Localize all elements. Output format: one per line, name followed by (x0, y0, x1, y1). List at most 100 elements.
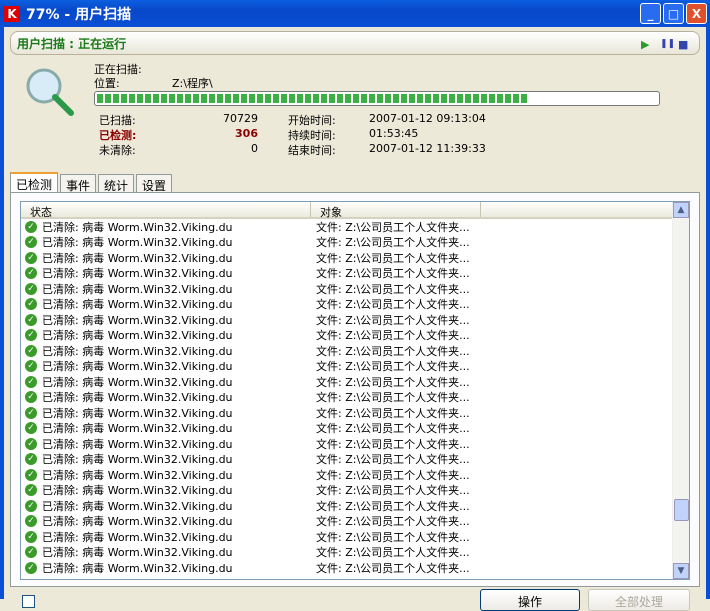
table-row[interactable]: ✓ 已清除: 病毒 Worm.Win32.Viking.du 文件: Z:\公司员工… (21, 250, 689, 266)
uncleaned-label: 未清除: (99, 144, 136, 157)
table-row[interactable]: ✓ 已清除: 病毒 Worm.Win32.Viking.du 文件: Z:\公司员工… (21, 359, 689, 375)
row-status: 已清除: 病毒 Worm.Win32.Viking.du (42, 499, 233, 513)
column-header-status[interactable]: 状态 (21, 202, 311, 219)
table-row[interactable]: ✓ 已清除: 病毒 Worm.Win32.Viking.du 文件: Z:\公司员工… (21, 235, 689, 251)
scroll-thumb[interactable] (674, 499, 689, 521)
check-icon: ✓ (25, 515, 37, 528)
maximize-button[interactable]: □ (663, 3, 684, 24)
row-object: 文件: Z:\公司员工个人文件夹... (316, 453, 470, 467)
row-status: 已清除: 病毒 Worm.Win32.Viking.du (42, 561, 233, 575)
table-row[interactable]: ✓ 已清除: 病毒 Worm.Win32.Viking.du 文件: Z:\公司员工… (21, 312, 689, 328)
table-row[interactable]: ✓ 已清除: 病毒 Worm.Win32.Viking.du 文件: Z:\公司员工… (21, 390, 689, 406)
end-time-label: 结束时间: (288, 144, 336, 157)
check-icon: ✓ (25, 267, 37, 280)
close-button[interactable]: X (686, 3, 707, 24)
table-row[interactable]: ✓ 已清除: 病毒 Worm.Win32.Viking.du 文件: Z:\公司员工… (21, 328, 689, 344)
row-status: 已清除: 病毒 Worm.Win32.Viking.du (42, 391, 233, 405)
table-row[interactable]: ✓ 已清除: 病毒 Worm.Win32.Viking.du 文件: Z:\公司员工… (21, 467, 689, 483)
row-status: 已清除: 病毒 Worm.Win32.Viking.du (42, 220, 233, 234)
check-icon: ✓ (25, 406, 37, 419)
column-header-object[interactable]: 对象 (311, 202, 481, 219)
uncleaned-value: 0 (251, 142, 258, 155)
table-row[interactable]: ✓ 已清除: 病毒 Worm.Win32.Viking.du 文件: Z:\公司员工… (21, 452, 689, 468)
check-icon: ✓ (25, 375, 37, 388)
table-row[interactable]: ✓ 已清除: 病毒 Worm.Win32.Viking.du 文件: Z:\公司员工… (21, 374, 689, 390)
table-row[interactable]: ✓ 已清除: 病毒 Worm.Win32.Viking.du 文件: Z:\公司员工… (21, 219, 689, 235)
row-status: 已清除: 病毒 Worm.Win32.Viking.du (42, 468, 233, 482)
check-icon: ✓ (25, 313, 37, 326)
row-status: 已清除: 病毒 Worm.Win32.Viking.du (42, 453, 233, 467)
table-row[interactable]: ✓ 已清除: 病毒 Worm.Win32.Viking.du 文件: Z:\公司员工… (21, 545, 689, 561)
table-row[interactable]: ✓ 已清除: 病毒 Worm.Win32.Viking.du 文件: Z:\公司员工… (21, 297, 689, 313)
row-object: 文件: Z:\公司员工个人文件夹... (316, 499, 470, 513)
row-status: 已清除: 病毒 Worm.Win32.Viking.du (42, 530, 233, 544)
row-status: 已清除: 病毒 Worm.Win32.Viking.du (42, 282, 233, 296)
row-object: 文件: Z:\公司员工个人文件夹... (316, 360, 470, 374)
stop-icon[interactable]: ■ (678, 38, 688, 51)
row-status: 已清除: 病毒 Worm.Win32.Viking.du (42, 437, 233, 451)
table-row[interactable]: ✓ 已清除: 病毒 Worm.Win32.Viking.du 文件: Z:\公司员工… (21, 266, 689, 282)
row-status: 已清除: 病毒 Worm.Win32.Viking.du (42, 298, 233, 312)
table-row[interactable]: ✓ 已清除: 病毒 Worm.Win32.Viking.du 文件: Z:\公司员工… (21, 436, 689, 452)
scan-progress-bar (94, 91, 660, 106)
check-icon: ✓ (25, 391, 37, 404)
tab-detected[interactable]: 已检测 (10, 172, 59, 192)
row-object: 文件: Z:\公司员工个人文件夹... (316, 375, 470, 389)
show-processed-checkbox[interactable] (22, 595, 35, 608)
tab-strip: 已检测 事件 统计 设置 (10, 172, 174, 193)
location-label: 位置: (94, 77, 120, 90)
vertical-scrollbar[interactable]: ▲ ▼ (672, 202, 689, 579)
row-object: 文件: Z:\公司员工个人文件夹... (316, 422, 470, 436)
row-object: 文件: Z:\公司员工个人文件夹... (316, 329, 470, 343)
list-header: 状态 对象 (21, 202, 689, 219)
magnifier-icon (26, 68, 74, 116)
tab-settings[interactable]: 设置 (136, 174, 173, 193)
task-status-bar: 用户扫描 : 正在运行 ▶ ❚❚ ■ (10, 31, 700, 55)
scroll-up-icon[interactable]: ▲ (673, 202, 689, 218)
detected-list: 状态 对象 ✓ 已清除: 病毒 Worm.Win32.Viking.du 文件: Z… (20, 201, 690, 580)
table-row[interactable]: ✓ 已清除: 病毒 Worm.Win32.Viking.du 文件: Z:\公司员工… (21, 560, 689, 576)
check-icon: ✓ (25, 468, 37, 481)
table-row[interactable]: ✓ 已清除: 病毒 Worm.Win32.Viking.du 文件: Z:\公司员工… (21, 405, 689, 421)
row-object: 文件: Z:\公司员工个人文件夹... (316, 530, 470, 544)
play-icon[interactable]: ▶ (641, 38, 649, 51)
action-button[interactable]: 操作 (480, 589, 580, 611)
location-value: Z:\程序\ (172, 77, 213, 90)
row-object: 文件: Z:\公司员工个人文件夹... (316, 546, 470, 560)
check-icon: ✓ (25, 422, 37, 435)
tab-statistics[interactable]: 统计 (98, 174, 135, 193)
scanned-label: 已扫描: (99, 114, 136, 127)
check-icon: ✓ (25, 236, 37, 249)
check-icon: ✓ (25, 251, 37, 264)
minimize-button[interactable]: _ (640, 3, 661, 24)
row-object: 文件: Z:\公司员工个人文件夹... (316, 220, 470, 234)
tab-events[interactable]: 事件 (60, 174, 97, 193)
pause-icon[interactable]: ❚❚ (660, 39, 675, 49)
row-status: 已清除: 病毒 Worm.Win32.Viking.du (42, 360, 233, 374)
check-icon: ✓ (25, 344, 37, 357)
check-icon: ✓ (25, 437, 37, 450)
table-row[interactable]: ✓ 已清除: 病毒 Worm.Win32.Viking.du 文件: Z:\公司员工… (21, 529, 689, 545)
row-object: 文件: Z:\公司员工个人文件夹... (316, 313, 470, 327)
check-icon: ✓ (25, 453, 37, 466)
row-status: 已清除: 病毒 Worm.Win32.Viking.du (42, 515, 233, 529)
check-icon: ✓ (25, 530, 37, 543)
table-row[interactable]: ✓ 已清除: 病毒 Worm.Win32.Viking.du 文件: Z:\公司员工… (21, 498, 689, 514)
check-icon: ✓ (25, 298, 37, 311)
table-row[interactable]: ✓ 已清除: 病毒 Worm.Win32.Viking.du 文件: Z:\公司员工… (21, 343, 689, 359)
table-row[interactable]: ✓ 已清除: 病毒 Worm.Win32.Viking.du 文件: Z:\公司员工… (21, 483, 689, 499)
scroll-down-icon[interactable]: ▼ (673, 563, 689, 579)
row-status: 已清除: 病毒 Worm.Win32.Viking.du (42, 267, 233, 281)
row-object: 文件: Z:\公司员工个人文件夹... (316, 391, 470, 405)
title-bar: K 77% - 用户扫描 _ □ X (0, 0, 710, 27)
table-row[interactable]: ✓ 已清除: 病毒 Worm.Win32.Viking.du 文件: Z:\公司员工… (21, 281, 689, 297)
row-object: 文件: Z:\公司员工个人文件夹... (316, 484, 470, 498)
row-status: 已清除: 病毒 Worm.Win32.Viking.du (42, 344, 233, 358)
start-time-label: 开始时间: (288, 114, 336, 127)
row-status: 已清除: 病毒 Worm.Win32.Viking.du (42, 329, 233, 343)
table-row[interactable]: ✓ 已清除: 病毒 Worm.Win32.Viking.du 文件: Z:\公司员工… (21, 421, 689, 437)
row-status: 已清除: 病毒 Worm.Win32.Viking.du (42, 406, 233, 420)
table-row[interactable]: ✓ 已清除: 病毒 Worm.Win32.Viking.du 文件: Z:\公司员工… (21, 514, 689, 530)
process-all-button[interactable]: 全部处理 (588, 589, 690, 611)
window-title: 77% - 用户扫描 (26, 6, 132, 23)
